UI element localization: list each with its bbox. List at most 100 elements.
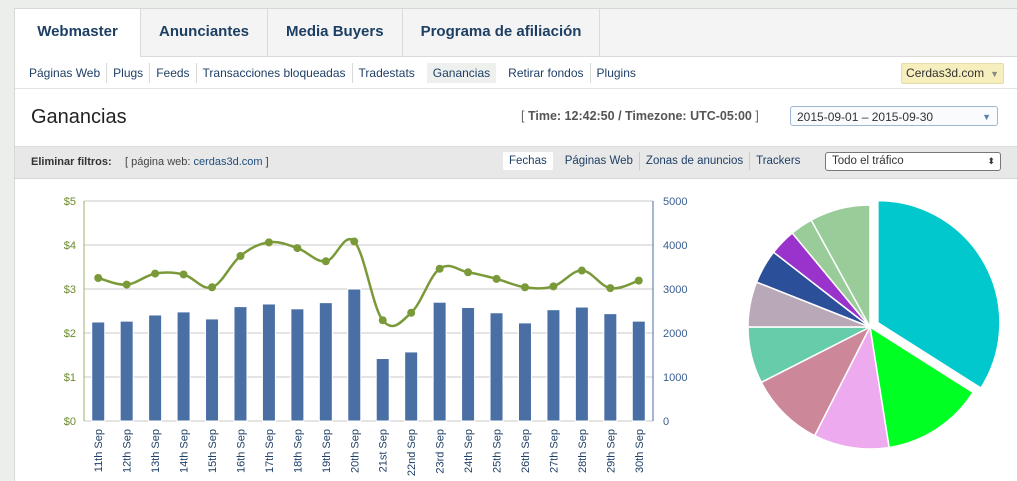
y-left-tick-label: $1 — [64, 372, 76, 384]
y-left-tick-label: $4 — [64, 240, 76, 252]
line-point[interactable] — [492, 274, 501, 283]
bracket-open: [ — [521, 109, 525, 123]
updown-arrows-icon: ⬍ — [987, 156, 995, 166]
line-point[interactable] — [606, 284, 615, 293]
y-right-tick-label: 3000 — [663, 284, 687, 296]
y-right-tick-label: 1000 — [663, 372, 687, 384]
y-right-tick-label: 5000 — [663, 196, 687, 208]
line-point[interactable] — [208, 283, 217, 292]
subnav-feeds[interactable]: Feeds — [150, 62, 197, 83]
active-filter: [ página web: cerdas3d.com ] — [125, 156, 269, 168]
line-point[interactable] — [151, 269, 160, 278]
tab-anunciantes[interactable]: Anunciantes — [141, 9, 269, 56]
bar[interactable] — [517, 322, 532, 422]
x-tick-label: 15th Sep — [207, 429, 219, 473]
line-point[interactable] — [264, 238, 273, 247]
bar[interactable] — [347, 288, 362, 422]
bar[interactable] — [631, 320, 646, 422]
view-tab-zonas-anuncios[interactable]: Zonas de anuncios — [640, 152, 751, 170]
subnav-plugins[interactable]: Plugins — [591, 63, 642, 83]
charts-area: $0 $1 $2 $3 $4 $5 0 1000 2000 3000 4000 5000 11th Se… — [64, 196, 1001, 476]
bar[interactable] — [574, 306, 589, 422]
domain-select[interactable]: Cerdas3d.com ▼ — [901, 63, 1004, 84]
bar[interactable] — [489, 312, 504, 422]
bar[interactable] — [233, 306, 248, 422]
line-point[interactable] — [577, 266, 586, 275]
line-point[interactable] — [236, 252, 245, 260]
remove-filters-label[interactable]: Eliminar filtros: — [31, 156, 112, 168]
view-tab-paginas-web[interactable]: Páginas Web — [559, 152, 640, 170]
bar[interactable] — [119, 320, 134, 422]
subnav-plugs[interactable]: Plugs — [107, 62, 151, 83]
bar[interactable] — [375, 358, 390, 422]
y-left-tick-label: $2 — [64, 328, 76, 340]
bar[interactable] — [461, 306, 476, 422]
view-tab-fechas[interactable]: Fechas — [503, 152, 553, 170]
y-right-tick-label: 4000 — [663, 240, 687, 252]
x-tick-label: 11th Sep — [93, 429, 105, 472]
date-range-picker[interactable]: 2015-09-01 – 2015-09-30 ▼ — [790, 106, 998, 126]
tab-media-buyers[interactable]: Media Buyers — [268, 9, 403, 56]
subnav-ganancias[interactable]: Ganancias — [426, 62, 497, 83]
view-tabs: Fechas Páginas Web Zonas de anuncios Tra… — [503, 152, 806, 170]
line-point[interactable] — [435, 264, 444, 273]
main-panel: Webmaster Anunciantes Media Buyers Progr… — [14, 8, 1017, 481]
bar[interactable] — [91, 321, 106, 422]
subnav-paginas-web[interactable]: Páginas Web — [23, 62, 108, 83]
subnav-retirar-fondos[interactable]: Retirar fondos — [502, 62, 591, 83]
line-point[interactable] — [122, 280, 131, 289]
x-tick-label: 18th Sep — [292, 429, 304, 473]
bar[interactable] — [318, 302, 333, 422]
line-point[interactable] — [549, 282, 558, 291]
bar[interactable] — [432, 301, 447, 422]
page-title: Ganancias — [31, 106, 127, 128]
line-point[interactable] — [520, 283, 529, 292]
line-point[interactable] — [378, 316, 387, 325]
bar[interactable] — [205, 318, 220, 422]
filter-prefix: [ página web: — [125, 156, 191, 168]
x-tick-label: 27th Sep — [548, 429, 560, 473]
line-point[interactable] — [634, 276, 643, 285]
earnings-combo-chart: $0 $1 $2 $3 $4 $5 0 1000 2000 3000 4000 5000 11th Se… — [64, 196, 688, 476]
bar[interactable] — [261, 303, 276, 422]
filter-value-link[interactable]: cerdas3d.com — [194, 156, 263, 168]
y-left-tick-label: $5 — [64, 196, 76, 208]
x-tick-label: 30th Sep — [634, 429, 646, 473]
line-point[interactable] — [407, 308, 416, 317]
bar[interactable] — [603, 313, 618, 422]
x-tick-label: 16th Sep — [235, 429, 247, 473]
x-tick-label: 22nd Sep — [406, 429, 418, 476]
line-point[interactable] — [179, 270, 188, 279]
bar[interactable] — [404, 351, 419, 422]
line-point[interactable] — [464, 268, 473, 277]
subnav-transacciones-bloqueadas[interactable]: Transacciones bloqueadas — [197, 62, 353, 83]
page-header: Ganancias [ Time: 12:42:50 / Timezone: U… — [15, 89, 1017, 147]
y-left-tick-label: $0 — [64, 416, 76, 428]
view-tab-trackers[interactable]: Trackers — [750, 152, 806, 170]
chevron-down-icon: ▼ — [982, 112, 991, 122]
tab-programa-afiliacion[interactable]: Programa de afiliación — [403, 9, 601, 56]
x-tick-label: 19th Sep — [321, 429, 333, 473]
y-left-tick-label: $3 — [64, 284, 76, 296]
x-tick-label: 12th Sep — [122, 429, 134, 473]
bar[interactable] — [546, 309, 561, 422]
traffic-select[interactable]: Todo el tráfico ⬍ — [825, 152, 1001, 171]
bar[interactable] — [176, 311, 191, 422]
x-tick-label: 23rd Sep — [435, 429, 447, 474]
x-tick-label: 13th Sep — [150, 429, 162, 473]
x-tick-label: 29th Sep — [605, 429, 617, 473]
bar[interactable] — [290, 308, 305, 422]
line-point[interactable] — [94, 274, 103, 282]
subnav-tradestats[interactable]: Tradestats — [353, 63, 421, 83]
chevron-down-icon: ▼ — [990, 69, 999, 79]
bar[interactable] — [148, 314, 163, 422]
line-point[interactable] — [293, 244, 302, 253]
tab-webmaster[interactable]: Webmaster — [15, 9, 141, 57]
x-tick-label: 24th Sep — [463, 429, 475, 473]
x-tick-label: 25th Sep — [492, 429, 504, 473]
date-range-value: 2015-09-01 – 2015-09-30 — [797, 110, 934, 124]
line-point[interactable] — [350, 237, 359, 246]
line-point[interactable] — [321, 257, 330, 266]
filter-suffix: ] — [265, 156, 269, 168]
traffic-select-value: Todo el tráfico — [832, 155, 904, 167]
